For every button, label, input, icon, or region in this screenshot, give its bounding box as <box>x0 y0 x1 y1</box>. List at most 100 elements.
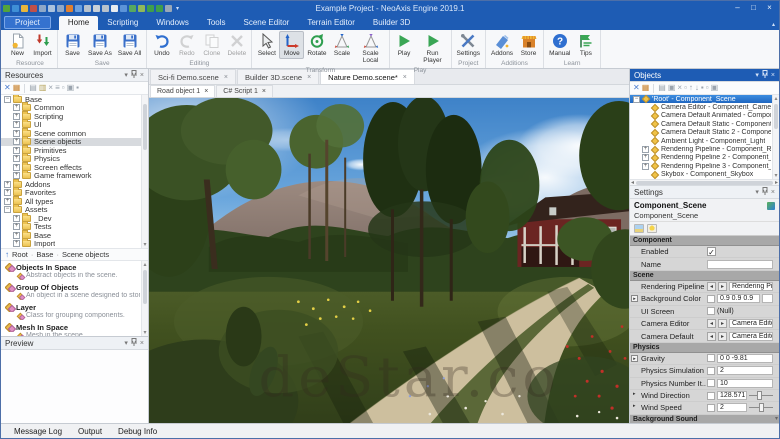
ribbon-tab-tools[interactable]: Tools <box>198 16 235 30</box>
property-row-enabled[interactable]: Enabled✓ <box>630 246 779 258</box>
scroll-left-icon[interactable]: ◂ <box>631 179 634 186</box>
objects-tree-item[interactable]: Camera Default Static - Component_Camera <box>630 120 779 128</box>
objects-tree-item[interactable]: +Rendering Pipeline 3 - Component_Render… <box>630 162 779 170</box>
redo-quick-icon[interactable] <box>84 5 91 12</box>
cut-icon[interactable]: ▪ <box>701 84 704 92</box>
resource-type-item[interactable]: Objects In SpaceAbstract objects in the … <box>1 261 148 281</box>
objects-tree-item[interactable]: Camera Default Static 2 - Component_Came… <box>630 129 779 137</box>
background-color-field[interactable]: 0.9 0.9 0.9 <box>717 294 760 303</box>
close-icon[interactable]: × <box>140 340 144 347</box>
preview-image-icon[interactable] <box>634 224 644 233</box>
close-tab-icon[interactable]: × <box>204 88 208 95</box>
ribbon-tab-scripting[interactable]: Scripting <box>98 16 147 30</box>
view-options-icon[interactable]: ▦ <box>642 84 650 92</box>
objects-tree-item[interactable]: Camera Default Animated - Component_Came… <box>630 112 779 120</box>
undo-quick-icon[interactable] <box>75 5 82 12</box>
slider-thumb[interactable] <box>759 403 764 412</box>
pin-icon[interactable] <box>762 187 768 197</box>
resources-tree-item[interactable]: +Game framework <box>1 172 148 181</box>
sub-tab-road-object-1[interactable]: Road object 1× <box>150 85 215 97</box>
resources-tree-item[interactable]: +All types <box>1 197 148 206</box>
vertical-scrollbar[interactable]: ▴▾ <box>772 95 779 179</box>
run-quick-icon[interactable] <box>156 5 163 12</box>
row-expander-icon[interactable]: ▸ <box>633 391 636 397</box>
expander-icon[interactable]: + <box>13 155 20 162</box>
objects-tree-item[interactable]: Ambient Light - Component_Light <box>630 137 779 145</box>
paste-icon[interactable]: ▫ <box>684 84 687 92</box>
camera-editor-field[interactable]: Camera Editor <box>729 319 773 328</box>
expander-icon[interactable]: − <box>633 96 640 103</box>
property-row-background-color[interactable]: ▸Background Color0.9 0.9 0.9 <box>630 293 779 305</box>
filter-icon[interactable]: ✕ <box>633 84 640 92</box>
scrollbar-thumb[interactable] <box>636 181 773 185</box>
import-quick-icon[interactable] <box>30 5 37 12</box>
save-button[interactable]: Save <box>60 31 85 59</box>
clone-button[interactable]: Clone <box>199 31 224 59</box>
ref-next-button[interactable]: ▸ <box>718 319 727 328</box>
expander-icon[interactable]: + <box>13 130 20 137</box>
new-object-icon[interactable]: ▣ <box>668 84 676 92</box>
row-expander-icon[interactable]: ▸ <box>633 403 636 409</box>
value-marker[interactable] <box>707 379 715 387</box>
breadcrumb-item[interactable]: Base <box>36 250 53 259</box>
tips-button[interactable]: Tips <box>573 31 598 59</box>
property-row-wind-direction[interactable]: ▸Wind Direction128.571 <box>630 390 779 402</box>
scrollbar-thumb[interactable] <box>143 104 147 150</box>
quick-access-dropdown-icon[interactable]: ▾ <box>176 5 179 12</box>
scrollbar-thumb[interactable] <box>774 104 778 129</box>
expander-icon[interactable]: + <box>13 240 20 247</box>
tips-bulb-icon[interactable] <box>647 224 657 233</box>
play-quick-icon[interactable] <box>147 5 154 12</box>
enabled-checkbox[interactable]: ✓ <box>707 247 716 256</box>
paste-icon[interactable]: ▪ <box>76 84 79 92</box>
objects-tree-item[interactable]: +Rendering Pipeline - Component_Renderin… <box>630 145 779 153</box>
pin-icon[interactable] <box>131 70 137 80</box>
copy-icon[interactable]: ▣ <box>67 84 75 92</box>
color-swatch[interactable] <box>707 295 715 303</box>
move-quick-icon[interactable] <box>120 5 127 12</box>
wind-speed-slider[interactable] <box>749 403 773 412</box>
objects-tree-item[interactable]: Skybox - Component_Skybox <box>630 171 779 179</box>
expander-icon[interactable]: + <box>13 164 20 171</box>
panel-menu-icon[interactable]: ▾ <box>124 72 128 79</box>
cut-icon[interactable]: ▫ <box>62 84 65 92</box>
slider-thumb[interactable] <box>757 391 762 400</box>
scroll-up-icon[interactable]: ▴ <box>142 261 148 268</box>
rotate-button[interactable]: Rotate <box>304 31 329 59</box>
scale-quick-icon[interactable] <box>138 5 145 12</box>
resources-tree-item[interactable]: +Import <box>1 240 148 249</box>
scroll-down-icon[interactable]: ▾ <box>775 415 778 422</box>
ribbon-tab-project[interactable]: Project <box>4 16 51 29</box>
property-row-camera-editor[interactable]: Camera Editor◂▸Camera Editor <box>630 318 779 330</box>
save-quick-icon[interactable] <box>21 5 28 12</box>
open-editor-icon[interactable]: ▤ <box>658 84 666 92</box>
store-button[interactable]: Store <box>516 31 541 59</box>
close-tab-icon[interactable]: × <box>224 74 228 81</box>
import-button[interactable]: Import <box>30 31 55 59</box>
addons-button[interactable]: Addons <box>488 31 516 59</box>
settings-section-physics[interactable]: Physics <box>630 343 779 353</box>
ref-next-button[interactable]: ▸ <box>718 332 727 341</box>
expander-icon[interactable]: + <box>4 181 11 188</box>
value-marker[interactable] <box>707 392 715 400</box>
expander-icon[interactable]: + <box>13 147 20 154</box>
manual-button[interactable]: ?Manual <box>546 31 573 59</box>
minimize-button[interactable]: – <box>730 2 745 14</box>
objects-horizontal-scrollbar[interactable]: ◂ ▸ <box>630 179 779 186</box>
rotate-quick-icon[interactable] <box>129 5 136 12</box>
resource-type-item[interactable]: Mesh In SpaceMesh in the scene. <box>1 321 148 337</box>
open-project-icon[interactable] <box>12 5 19 12</box>
value-marker[interactable] <box>707 307 715 315</box>
panel-menu-icon[interactable]: ▾ <box>755 189 759 196</box>
move-up-icon[interactable]: ↑ <box>689 84 693 92</box>
scale-local-button[interactable]: Scale Local <box>355 31 387 66</box>
resources-tree-item[interactable]: +Addons <box>1 180 148 189</box>
new-button[interactable]: New <box>5 31 30 59</box>
rendering-pipeline-field[interactable]: Rendering Pipeline <box>729 282 773 291</box>
scrollbar-thumb[interactable] <box>143 270 147 304</box>
settings-section-background-sound[interactable]: Background Sound <box>630 415 779 423</box>
ref-prev-button[interactable]: ◂ <box>707 319 716 328</box>
scroll-right-icon[interactable]: ▸ <box>775 179 778 186</box>
view-options-icon[interactable]: ▦ <box>13 84 21 92</box>
color-preview[interactable] <box>762 294 773 303</box>
